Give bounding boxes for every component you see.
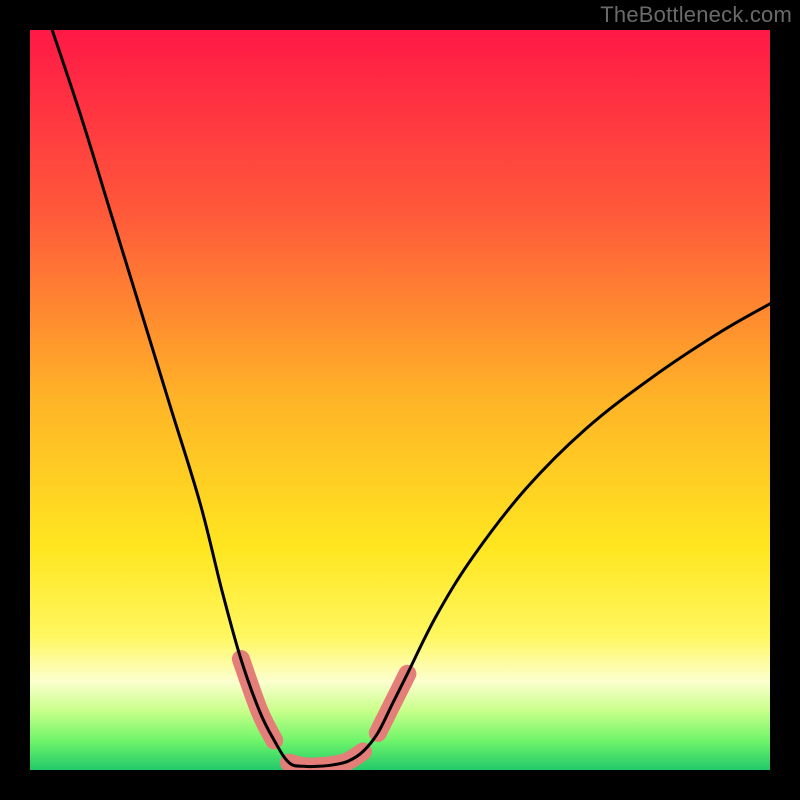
gradient-background: [30, 30, 770, 770]
watermark-text: TheBottleneck.com: [600, 2, 792, 28]
plot-svg: [30, 30, 770, 770]
chart-frame: TheBottleneck.com: [0, 0, 800, 800]
plot-area: [30, 30, 770, 770]
